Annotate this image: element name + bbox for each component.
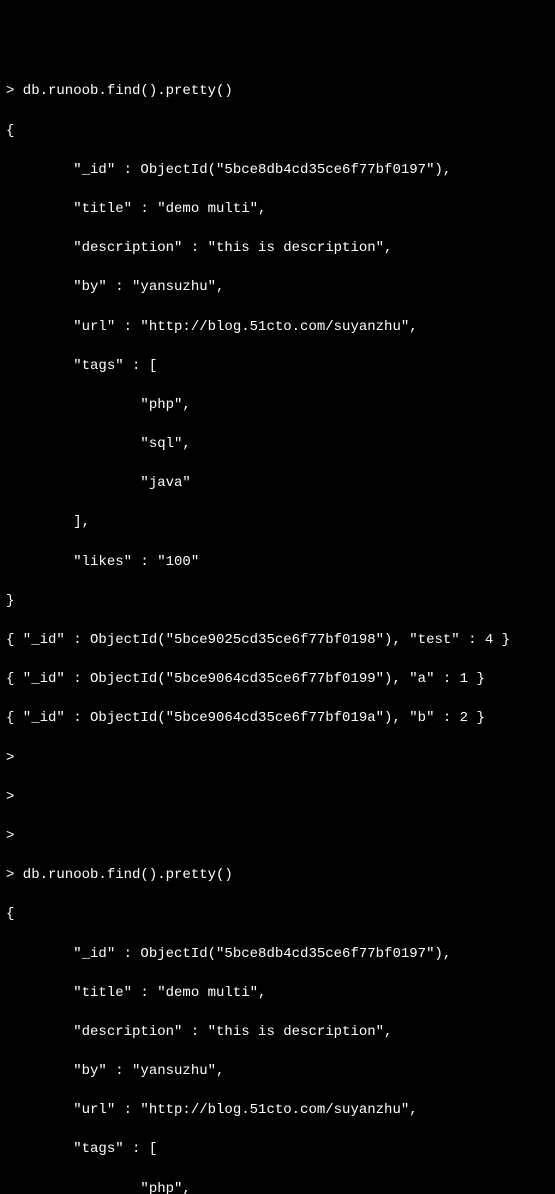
command-line[interactable]: > db.runoob.find().pretty()	[6, 82, 549, 102]
output-line: "_id" : ObjectId("5bce8db4cd35ce6f77bf01…	[6, 161, 549, 181]
output-line: "tags" : [	[6, 1140, 549, 1160]
output-line: {	[6, 122, 549, 142]
output-line: "title" : "demo multi",	[6, 200, 549, 220]
output-line: { "_id" : ObjectId("5bce9064cd35ce6f77bf…	[6, 709, 549, 729]
output-line: "description" : "this is description",	[6, 239, 549, 259]
output-line: { "_id" : ObjectId("5bce9025cd35ce6f77bf…	[6, 631, 549, 651]
output-line: ],	[6, 513, 549, 533]
output-line: { "_id" : ObjectId("5bce9064cd35ce6f77bf…	[6, 670, 549, 690]
output-line: "sql",	[6, 435, 549, 455]
output-line: "tags" : [	[6, 357, 549, 377]
prompt-line[interactable]: >	[6, 827, 549, 847]
output-line: "java"	[6, 474, 549, 494]
output-line: "php",	[6, 396, 549, 416]
output-line: {	[6, 905, 549, 925]
output-line: "likes" : "100"	[6, 553, 549, 573]
output-line: "php",	[6, 1180, 549, 1194]
output-line: "by" : "yansuzhu",	[6, 1062, 549, 1082]
output-line: "description" : "this is description",	[6, 1023, 549, 1043]
output-line: "url" : "http://blog.51cto.com/suyanzhu"…	[6, 1101, 549, 1121]
prompt-line[interactable]: >	[6, 788, 549, 808]
output-line: "by" : "yansuzhu",	[6, 278, 549, 298]
output-line: "url" : "http://blog.51cto.com/suyanzhu"…	[6, 318, 549, 338]
command-line[interactable]: > db.runoob.find().pretty()	[6, 866, 549, 886]
output-line: }	[6, 592, 549, 612]
output-line: "title" : "demo multi",	[6, 984, 549, 1004]
prompt-line[interactable]: >	[6, 749, 549, 769]
output-line: "_id" : ObjectId("5bce8db4cd35ce6f77bf01…	[6, 945, 549, 965]
